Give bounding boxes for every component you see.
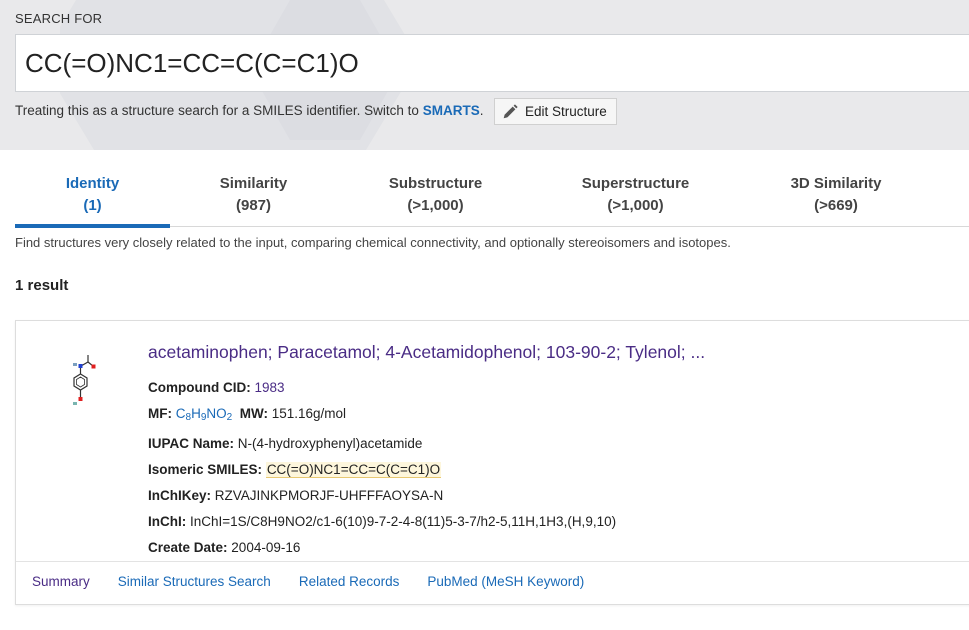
iupac-row: IUPAC Name: N-(4-hydroxyphenyl)acetamide bbox=[148, 431, 616, 457]
pencil-icon bbox=[503, 103, 518, 118]
create-date-label: Create Date: bbox=[148, 540, 228, 555]
tab-identity[interactable]: Identity (1) bbox=[15, 170, 170, 228]
mw-label: MW: bbox=[239, 406, 268, 421]
result-fields: Compound CID: 1983 MF: C8H9NO2 MW: 151.1… bbox=[148, 375, 616, 561]
molecular-formula-link[interactable]: C8H9NO2 bbox=[176, 406, 232, 423]
search-label: SEARCH FOR bbox=[15, 11, 103, 26]
summary-link[interactable]: Summary bbox=[32, 574, 90, 589]
iupac-label: IUPAC Name: bbox=[148, 436, 235, 451]
tab-3d-similarity-label: 3D Similarity bbox=[790, 175, 882, 192]
inchi-row: InChI: InChI=1S/C8H9NO2/c1-6(10)9-7-2-4-… bbox=[148, 509, 616, 535]
search-hint-text: Treating this as a structure search for … bbox=[15, 103, 419, 118]
inchikey-label: InChIKey: bbox=[148, 488, 212, 503]
cid-link[interactable]: 1983 bbox=[255, 380, 285, 395]
result-card: acetaminophen; Paracetamol; 4-Acetamidop… bbox=[15, 320, 969, 605]
similar-structures-search-link[interactable]: Similar Structures Search bbox=[118, 574, 271, 589]
mf-label: MF: bbox=[148, 406, 172, 421]
tab-substructure-label: Substructure bbox=[388, 175, 483, 192]
inchi-value: InChI=1S/C8H9NO2/c1-6(10)9-7-2-4-8(11)5-… bbox=[190, 514, 617, 529]
create-date-value: 2004-09-16 bbox=[231, 540, 301, 555]
search-hint: Treating this as a structure search for … bbox=[15, 103, 483, 118]
create-date-row: Create Date: 2004-09-16 bbox=[148, 535, 616, 561]
smarts-link[interactable]: SMARTS bbox=[423, 103, 480, 118]
iupac-value: N-(4-hydroxyphenyl)acetamide bbox=[237, 436, 423, 451]
result-count: 1 result bbox=[15, 277, 69, 294]
search-input[interactable] bbox=[15, 34, 969, 92]
tab-identity-count: (1) bbox=[83, 197, 102, 214]
search-panel: SEARCH FOR Treating this as a structure … bbox=[0, 0, 969, 150]
edit-structure-label: Edit Structure bbox=[525, 104, 607, 119]
tab-substructure-count: (>1,000) bbox=[407, 197, 464, 214]
pubmed-mesh-keyword-link[interactable]: PubMed (MeSH Keyword) bbox=[427, 574, 584, 589]
smiles-label: Isomeric SMILES: bbox=[148, 462, 263, 477]
smiles-value: CC(=O)NC1=CC=C(C=C1)O bbox=[265, 462, 442, 478]
cid-label: Compound CID: bbox=[148, 380, 251, 395]
tab-description: Find structures very closely related to … bbox=[15, 235, 731, 250]
result-title-link[interactable]: acetaminophen; Paracetamol; 4-Acetamidop… bbox=[148, 342, 705, 363]
tab-similarity[interactable]: Similarity (987) bbox=[170, 170, 337, 226]
search-hint-suffix: . bbox=[479, 103, 484, 118]
inchikey-row: InChIKey: RZVAJINKPMORJF-UHFFFAOYSA-N bbox=[148, 483, 616, 509]
tab-substructure[interactable]: Substructure (>1,000) bbox=[337, 170, 534, 226]
related-records-link[interactable]: Related Records bbox=[299, 574, 400, 589]
search-type-tabs: Identity (1) Similarity (987) Substructu… bbox=[15, 170, 969, 228]
smiles-row: Isomeric SMILES: CC(=O)NC1=CC=C(C=C1)O bbox=[148, 457, 616, 483]
edit-structure-button[interactable]: Edit Structure bbox=[494, 98, 617, 125]
tab-superstructure[interactable]: Superstructure (>1,000) bbox=[534, 170, 737, 226]
tab-similarity-label: Similarity bbox=[219, 175, 288, 192]
mw-value: 151.16g/mol bbox=[271, 406, 347, 421]
tab-identity-label: Identity bbox=[65, 175, 120, 192]
tab-superstructure-count: (>1,000) bbox=[607, 197, 664, 214]
structure-thumbnail[interactable] bbox=[66, 347, 96, 419]
card-divider bbox=[16, 561, 969, 562]
formula-row: MF: C8H9NO2 MW: 151.16g/mol bbox=[148, 401, 616, 431]
tab-3d-similarity[interactable]: 3D Similarity (>669) bbox=[737, 170, 935, 226]
tab-similarity-count: (987) bbox=[235, 197, 272, 214]
inchikey-value: RZVAJINKPMORJF-UHFFFAOYSA-N bbox=[214, 488, 444, 503]
result-links: Summary Similar Structures Search Relate… bbox=[32, 574, 612, 589]
inchi-label: InChI: bbox=[148, 514, 187, 529]
cid-row: Compound CID: 1983 bbox=[148, 375, 616, 401]
tab-3d-similarity-count: (>669) bbox=[814, 197, 858, 214]
tab-superstructure-label: Superstructure bbox=[581, 175, 690, 192]
